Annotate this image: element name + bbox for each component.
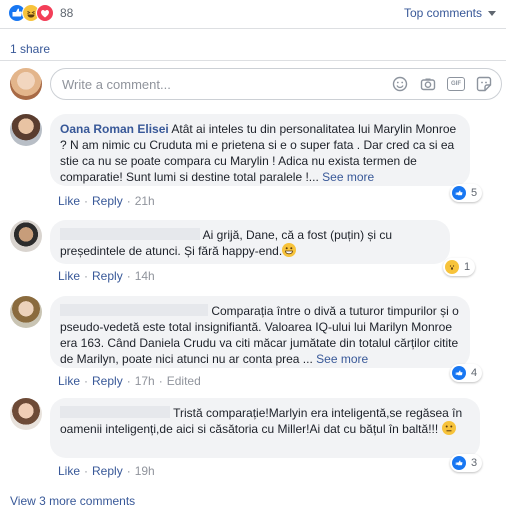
comment-input[interactable]: Write a comment... GIF	[50, 68, 502, 100]
see-more-link[interactable]: See more	[322, 170, 374, 184]
like-button[interactable]: Like	[58, 269, 80, 283]
comment-bubble: Tristă comparație!Marlyin era inteligent…	[50, 398, 480, 458]
chevron-down-icon	[488, 10, 496, 16]
reply-button[interactable]: Reply	[92, 269, 123, 283]
grin-icon	[282, 243, 297, 257]
comment-author[interactable]: Oana Roman Elisei	[60, 122, 169, 136]
like-button[interactable]: Like	[58, 464, 80, 478]
camera-icon[interactable]	[419, 75, 437, 93]
view-more-comments-link[interactable]: View 3 more comments	[10, 494, 135, 508]
post-footer-bar: 88 Top comments	[0, 0, 506, 26]
comment-timestamp[interactable]: 21h	[135, 194, 155, 208]
like-button[interactable]: Like	[58, 374, 80, 388]
avatar[interactable]	[10, 68, 42, 100]
reaction-count: 88	[60, 6, 74, 20]
comment-text: oamenii inteligenți,de aici si căsătoria…	[60, 422, 439, 436]
avatar[interactable]	[10, 296, 42, 328]
comment-reaction-count: 3	[471, 457, 478, 469]
see-more-link[interactable]: See more	[316, 352, 368, 366]
comment-actions: Like · Reply · 14h	[58, 269, 155, 283]
comment-reactions[interactable]: 4	[450, 364, 483, 382]
comment-reactions[interactable]: 1	[443, 258, 476, 276]
avatar[interactable]	[10, 398, 42, 430]
redacted-author	[60, 406, 170, 418]
love-icon	[36, 4, 54, 22]
comment-bubble: Oana Roman Elisei Atât ai inteles tu din…	[50, 114, 470, 186]
comment-bubble: Comparația între o divă a tuturor timpur…	[50, 296, 470, 368]
sticker-icon[interactable]	[475, 75, 493, 93]
divider	[0, 60, 506, 61]
edited-label[interactable]: Edited	[167, 374, 201, 388]
comment-text-first: Comparația între o divă a tuturor timpur…	[211, 304, 449, 318]
reply-button[interactable]: Reply	[92, 464, 123, 478]
reply-button[interactable]: Reply	[92, 374, 123, 388]
wow-icon	[445, 260, 459, 274]
comment-reactions[interactable]: 3	[450, 454, 483, 472]
comment-bubble: Ai grijă, Dane, că a fost (puțin) și cu …	[50, 220, 450, 264]
like-button[interactable]: Like	[58, 194, 80, 208]
gif-icon[interactable]: GIF	[447, 75, 465, 93]
reply-button[interactable]: Reply	[92, 194, 123, 208]
comment-reaction-count: 4	[471, 367, 478, 379]
comment-sort-dropdown[interactable]: Top comments	[404, 6, 496, 20]
comment-sort-label: Top comments	[403, 6, 482, 20]
divider	[0, 28, 506, 29]
comment-composer: Write a comment... GIF	[10, 68, 502, 100]
comment-reactions[interactable]: 5	[450, 184, 483, 202]
like-icon	[452, 366, 466, 380]
comment-input-placeholder: Write a comment...	[62, 77, 171, 92]
reaction-summary[interactable]: 88	[8, 4, 73, 22]
composer-tools: GIF	[391, 75, 493, 93]
redacted-author	[60, 228, 200, 240]
comment-timestamp[interactable]: 14h	[135, 269, 155, 283]
comment-reaction-count: 1	[464, 261, 471, 273]
comment-text-first: Tristă comparație!Marlyin era inteligent…	[173, 406, 463, 420]
comment-timestamp[interactable]: 17h	[135, 374, 155, 388]
shares-link[interactable]: 1 share	[10, 42, 50, 56]
comment-actions: Like · Reply · 21h	[58, 194, 155, 208]
like-icon	[452, 456, 466, 470]
avatar[interactable]	[10, 114, 42, 146]
comment-actions: Like · Reply · 17h · Edited	[58, 374, 201, 388]
comment-actions: Like · Reply · 19h	[58, 464, 155, 478]
like-icon	[452, 186, 466, 200]
emoji-icon[interactable]	[391, 75, 409, 93]
comment-reaction-count: 5	[471, 187, 478, 199]
comment-timestamp[interactable]: 19h	[135, 464, 155, 478]
avatar[interactable]	[10, 220, 42, 252]
confused-icon	[441, 421, 456, 435]
redacted-author	[60, 304, 208, 316]
